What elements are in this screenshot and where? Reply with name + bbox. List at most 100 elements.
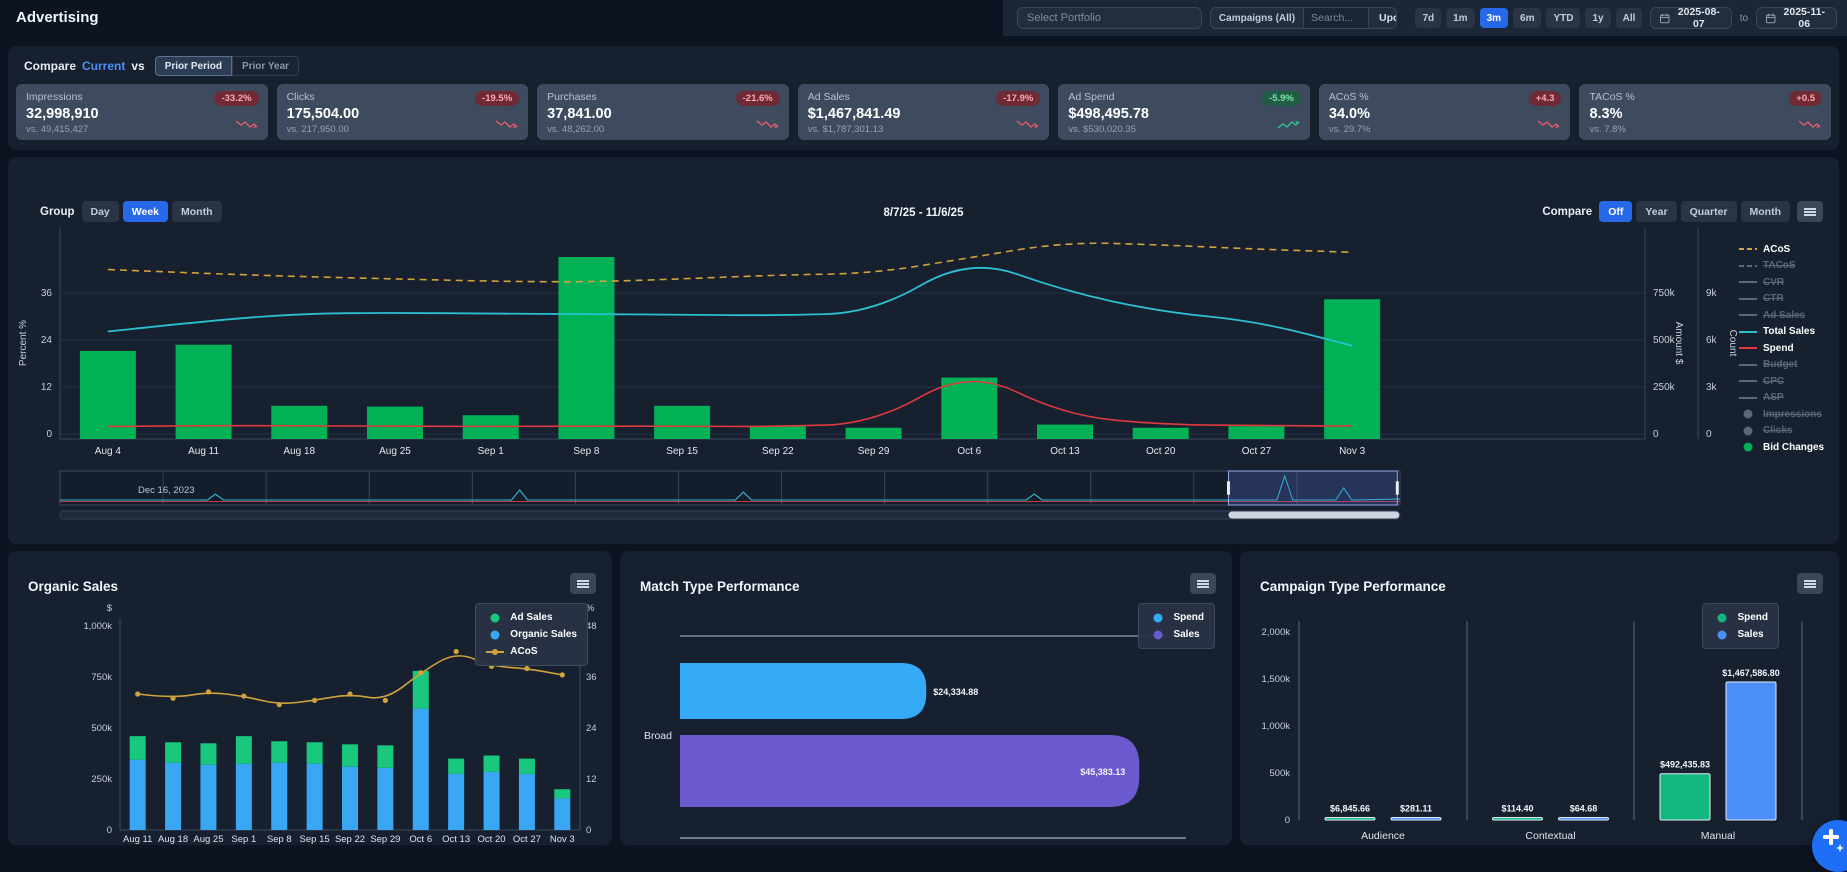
date-range-to-label: to: [1739, 12, 1749, 24]
organic-sales-bar: [518, 773, 535, 830]
legend-item-organic-sales[interactable]: Organic Sales: [486, 626, 577, 643]
legend-label: ACoS: [510, 646, 538, 657]
line-swatch-icon: [1739, 294, 1757, 304]
kpi-panel: Compare Current vs Prior Period Prior Yea…: [8, 46, 1839, 150]
legend-item-cvr[interactable]: CVR: [1739, 274, 1831, 291]
range-button-ytd[interactable]: YTD: [1546, 8, 1581, 28]
chart-compare-label: Compare: [1542, 205, 1593, 218]
svg-text:$45,383.13: $45,383.13: [1080, 767, 1125, 777]
kpi-prior-value: vs. 29.7%: [1328, 124, 1371, 135]
header-toolbar: Campaigns (All) Update 7d1m3m6mYTD1yAll …: [1003, 0, 1847, 36]
legend-item-impressions[interactable]: Impressions: [1739, 406, 1831, 423]
svg-text:Oct 20: Oct 20: [478, 834, 506, 845]
date-to-button[interactable]: 2025-11-06: [1756, 6, 1837, 30]
svg-text:750k: 750k: [91, 672, 112, 683]
legend-item-acos[interactable]: ACoS: [486, 643, 577, 660]
portfolio-select[interactable]: [1017, 7, 1202, 29]
date-from-button[interactable]: 2025-08-07: [1650, 6, 1732, 30]
svg-text:Sep 1: Sep 1: [478, 446, 505, 457]
organic-sales-bar: [554, 798, 571, 830]
legend-item-acos[interactable]: ACoS: [1739, 241, 1831, 258]
legend-label: Ad Sales: [510, 612, 553, 623]
timeline-navigator[interactable]: Dec 16, 2023: [8, 467, 1839, 527]
dot-swatch-icon: [1149, 630, 1167, 640]
svg-text:Percent %: Percent %: [18, 320, 29, 366]
bid-changes-bar: [558, 256, 615, 439]
spend-bar: [680, 663, 927, 719]
update-button[interactable]: Update: [1369, 8, 1396, 28]
compare-option-off[interactable]: Off: [1599, 201, 1633, 222]
range-button-all[interactable]: All: [1615, 8, 1643, 28]
legend-item-cpc[interactable]: CPC: [1739, 373, 1831, 390]
ad-sales-bar: [306, 742, 323, 764]
organic-sales-bar: [412, 708, 429, 830]
legend-label: ASP: [1763, 392, 1784, 404]
svg-text:0: 0: [586, 825, 591, 836]
organic-sales-bar: [129, 759, 146, 830]
ad-sales-bar: [342, 744, 358, 767]
sales-bar: [1390, 817, 1442, 821]
legend-item-sales[interactable]: Sales: [1149, 626, 1204, 643]
ad-sales-bar: [200, 743, 217, 765]
legend-item-spend[interactable]: Spend: [1149, 609, 1204, 626]
total-sales-line: [107, 266, 1353, 347]
svg-text:0: 0: [1653, 429, 1659, 440]
legend-item-asp[interactable]: ASP: [1739, 390, 1831, 407]
legend-item-ad-sales[interactable]: Ad Sales: [486, 609, 577, 626]
legend-label: Total Sales: [1763, 326, 1816, 338]
kpi-value: 8.3%: [1589, 106, 1623, 122]
organic-sales-bar: [165, 762, 182, 830]
legend-item-total-sales[interactable]: Total Sales: [1739, 324, 1831, 341]
svg-text:Sep 29: Sep 29: [858, 446, 890, 457]
main-chart-menu-button[interactable]: [1797, 201, 1823, 222]
compare-option-quarter[interactable]: Quarter: [1680, 201, 1737, 222]
campaign-type-chart: 0 500k 1,000k 1,500k 2,000k $6,845.66 $281.11 A…: [1261, 621, 1803, 842]
legend-label: Spend: [1763, 342, 1794, 354]
range-button-6m[interactable]: 6m: [1513, 8, 1542, 28]
legend-item-spend[interactable]: Spend: [1739, 340, 1831, 357]
compare-option-month[interactable]: Month: [1740, 201, 1790, 222]
svg-text:Oct 13: Oct 13: [1050, 446, 1080, 457]
legend-item-ctr[interactable]: CTR: [1739, 291, 1831, 308]
range-button-3m[interactable]: 3m: [1479, 8, 1509, 28]
organic-sales-bar: [448, 773, 465, 830]
sparkline-down-icon: [235, 117, 259, 135]
ad-sales-bar: [129, 736, 146, 760]
bid-changes-bar: [1228, 426, 1285, 439]
legend-label: Ad Sales: [1763, 309, 1806, 321]
kpi-prior-value: vs. 217,950.00: [286, 124, 349, 135]
range-button-1m[interactable]: 1m: [1446, 8, 1475, 28]
dash-swatch-icon: [1739, 261, 1757, 271]
acos-line: [107, 242, 1353, 283]
compare-option-prior-period[interactable]: Prior Period: [154, 56, 232, 76]
svg-text:Sep 15: Sep 15: [300, 834, 330, 845]
compare-option-year[interactable]: Year: [1636, 201, 1677, 222]
legend-item-bid-changes[interactable]: Bid Changes: [1739, 439, 1831, 456]
svg-text:250k: 250k: [91, 774, 112, 785]
bid-changes-bar: [654, 405, 711, 439]
legend-item-tacos[interactable]: TACoS: [1739, 258, 1831, 275]
range-button-1y[interactable]: 1y: [1585, 8, 1611, 28]
kpi-value: 175,504.00: [286, 106, 360, 122]
kpi-change-badge: -5.9%: [1262, 91, 1301, 106]
legend-item-sales[interactable]: Sales: [1713, 626, 1768, 643]
campaign-type-legend: Spend Sales: [1702, 603, 1779, 649]
compare-vs-label: vs: [131, 59, 145, 73]
ad-sales-bar: [483, 755, 500, 772]
calendar-icon: [1766, 13, 1776, 23]
legend-item-ad-sales[interactable]: Ad Sales: [1739, 307, 1831, 324]
campaigns-dropdown[interactable]: Campaigns (All): [1211, 13, 1303, 24]
legend-item-clicks[interactable]: Clicks: [1739, 423, 1831, 440]
svg-text:Aug 11: Aug 11: [188, 446, 219, 457]
range-button-7d[interactable]: 7d: [1415, 8, 1442, 28]
organic-sales-bar: [271, 762, 288, 830]
dot-swatch-icon: [1149, 613, 1167, 623]
ad-sales-bar: [518, 758, 535, 774]
legend-item-spend[interactable]: Spend: [1713, 609, 1768, 626]
match-type-chart: 05k10k15k20k25k30k35k40k45k50kBroad$24,3…: [644, 635, 1186, 839]
legend-label: CVR: [1763, 276, 1785, 288]
legend-item-budget[interactable]: Budget: [1739, 357, 1831, 374]
compare-option-prior-year[interactable]: Prior Year: [231, 56, 300, 76]
campaign-search-input[interactable]: [1303, 8, 1370, 28]
kpi-prior-value: vs. $1,787,301.13: [807, 124, 884, 135]
